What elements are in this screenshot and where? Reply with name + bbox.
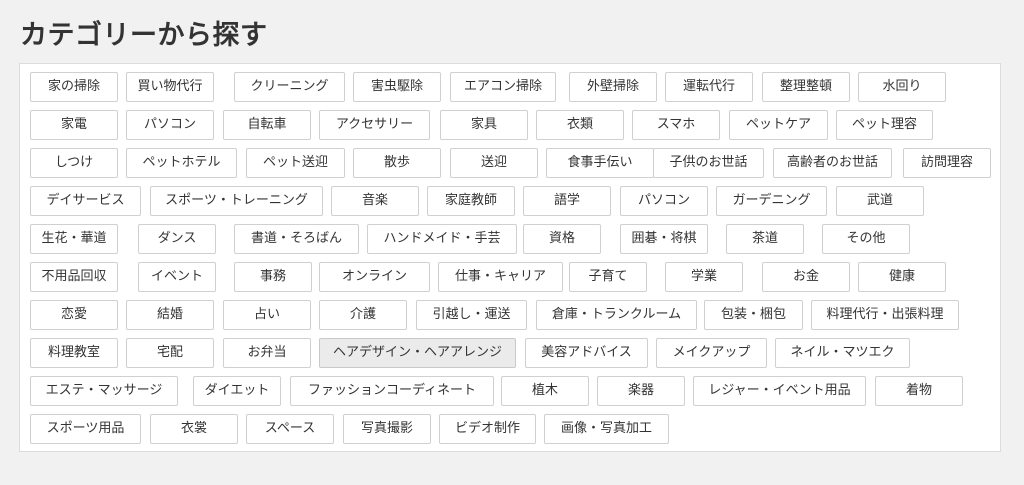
category-tag[interactable]: しつけ — [30, 148, 118, 178]
category-tag[interactable]: 資格 — [523, 224, 601, 254]
category-tag[interactable]: ペット送迎 — [246, 148, 345, 178]
category-tag[interactable]: 介護 — [319, 300, 407, 330]
category-tag[interactable]: 水回り — [858, 72, 946, 102]
category-row: 家の掃除 買い物代行 クリーニング 害虫駆除 エアコン掃除 外壁掃除 運転代行 整理整頓 水回り — [20, 72, 1000, 102]
category-tag[interactable]: ハンドメイド・手芸 — [367, 224, 517, 254]
category-tag[interactable]: 宅配 — [126, 338, 214, 368]
category-tag[interactable]: ペットホテル — [126, 148, 237, 178]
category-tag[interactable]: スポーツ用品 — [30, 414, 141, 444]
category-tag[interactable]: エステ・マッサージ — [30, 376, 178, 406]
category-tag[interactable]: 包装・梱包 — [704, 300, 803, 330]
category-panel: 家の掃除 買い物代行 クリーニング 害虫駆除 エアコン掃除 外壁掃除 運転代行 整理整頓 水回り… — [19, 63, 1001, 452]
category-tag[interactable]: 不用品回収 — [30, 262, 118, 292]
category-tag[interactable]: 書道・そろばん — [234, 224, 359, 254]
category-tag[interactable]: 散歩 — [353, 148, 441, 178]
category-tag[interactable]: 楽器 — [597, 376, 685, 406]
category-tag[interactable]: 囲碁・将棋 — [620, 224, 708, 254]
category-tag[interactable]: イベント — [138, 262, 216, 292]
category-tag[interactable]: クリーニング — [234, 72, 345, 102]
category-tag[interactable]: 茶道 — [726, 224, 804, 254]
category-tag[interactable]: パソコン — [620, 186, 708, 216]
category-tag[interactable]: 整理整頓 — [762, 72, 850, 102]
category-tag[interactable]: 健康 — [858, 262, 946, 292]
category-tag[interactable]: 引越し・運送 — [416, 300, 527, 330]
category-row: 家電 パソコン 自転車 アクセサリー 家具 衣類 スマホ ペットケア ペット理容 — [20, 110, 1000, 140]
category-tag[interactable]: 事務 — [234, 262, 312, 292]
category-tag[interactable]: 衣裳 — [150, 414, 238, 444]
category-tag[interactable]: スペース — [246, 414, 334, 444]
category-row: エステ・マッサージ ダイエット ファッションコーディネート 植木 楽器 レジャー・イベント… — [20, 376, 1000, 406]
category-tag[interactable]: ガーデニング — [716, 186, 827, 216]
category-tag[interactable]: 自転車 — [223, 110, 311, 140]
category-tag[interactable]: 害虫駆除 — [353, 72, 441, 102]
category-row: デイサービス スポーツ・トレーニング 音楽 家庭教師 語学 パソコン ガーデニング 武道 — [20, 186, 1000, 216]
category-tag[interactable]: ダイエット — [193, 376, 281, 406]
category-tag[interactable]: 倉庫・トランクルーム — [536, 300, 697, 330]
category-tag[interactable]: スポーツ・トレーニング — [150, 186, 323, 216]
category-tag[interactable]: 家具 — [440, 110, 528, 140]
category-tag[interactable]: エアコン掃除 — [450, 72, 556, 102]
category-tag[interactable]: 訪問理容 — [903, 148, 991, 178]
category-tag[interactable]: アクセサリー — [319, 110, 430, 140]
category-tag[interactable]: 語学 — [523, 186, 611, 216]
category-tag[interactable]: 占い — [223, 300, 311, 330]
category-tag[interactable]: その他 — [822, 224, 910, 254]
category-tag[interactable]: 恋愛 — [30, 300, 118, 330]
category-tag[interactable]: お弁当 — [223, 338, 311, 368]
category-tag[interactable]: ネイル・マツエク — [775, 338, 910, 368]
category-tag[interactable]: 運転代行 — [665, 72, 753, 102]
category-tag[interactable]: 子供のお世話 — [653, 148, 764, 178]
category-tag[interactable]: メイクアップ — [656, 338, 767, 368]
category-tag[interactable]: 着物 — [875, 376, 963, 406]
category-tag[interactable]: 画像・写真加工 — [544, 414, 669, 444]
category-tag[interactable]: 衣類 — [536, 110, 624, 140]
category-tag[interactable]: ダンス — [138, 224, 216, 254]
category-tag[interactable]: ペットケア — [729, 110, 828, 140]
category-tag[interactable]: 学業 — [665, 262, 743, 292]
page-title: カテゴリーから探す — [20, 20, 268, 51]
category-row: 生花・華道 ダンス 書道・そろばん ハンドメイド・手芸 資格 囲碁・将棋 茶道 その他 — [20, 224, 1000, 254]
category-row: 不用品回収 イベント 事務 オンライン 仕事・キャリア 子育て 学業 お金 健康 — [20, 262, 1000, 292]
category-tag[interactable]: デイサービス — [30, 186, 141, 216]
category-tag[interactable]: 生花・華道 — [30, 224, 118, 254]
category-row: しつけ ペットホテル ペット送迎 散歩 送迎 食事手伝い 子供のお世話 高齢者のお世話 訪問理容 — [20, 148, 1000, 178]
category-tag[interactable]: 子育て — [569, 262, 647, 292]
category-tag[interactable]: 武道 — [836, 186, 924, 216]
category-tag[interactable]: 音楽 — [331, 186, 419, 216]
category-tag[interactable]: レジャー・イベント用品 — [693, 376, 866, 406]
category-tag[interactable]: ペット理容 — [836, 110, 933, 140]
category-row: スポーツ用品 衣裳 スペース 写真撮影 ビデオ制作 画像・写真加工 — [20, 414, 1000, 444]
category-tag[interactable]: 送迎 — [450, 148, 538, 178]
category-tag[interactable]: 結婚 — [126, 300, 214, 330]
category-tag[interactable]: 植木 — [501, 376, 589, 406]
category-tag[interactable]: 外壁掃除 — [569, 72, 657, 102]
category-tag[interactable]: パソコン — [126, 110, 214, 140]
category-tag[interactable]: 家の掃除 — [30, 72, 118, 102]
category-tag[interactable]: 買い物代行 — [126, 72, 214, 102]
category-tag[interactable]: 高齢者のお世話 — [773, 148, 892, 178]
category-tag[interactable]: ビデオ制作 — [439, 414, 536, 444]
category-row: 恋愛 結婚 占い 介護 引越し・運送 倉庫・トランクルーム 包装・梱包 料理代行・出張料理 — [20, 300, 1000, 330]
category-tag[interactable]: 家電 — [30, 110, 118, 140]
category-tag[interactable]: 美容アドバイス — [525, 338, 648, 368]
category-tag[interactable]: スマホ — [632, 110, 720, 140]
category-tag[interactable]: 料理教室 — [30, 338, 118, 368]
category-tag[interactable]: ファッションコーディネート — [290, 376, 494, 406]
category-tag[interactable]: ヘアデザイン・ヘアアレンジ — [319, 338, 516, 368]
category-tag[interactable]: 料理代行・出張料理 — [811, 300, 959, 330]
category-tag[interactable]: 家庭教師 — [427, 186, 515, 216]
category-tag[interactable]: 食事手伝い — [546, 148, 654, 178]
category-tag[interactable]: 仕事・キャリア — [438, 262, 563, 292]
category-tag[interactable]: 写真撮影 — [343, 414, 431, 444]
category-row: 料理教室 宅配 お弁当 ヘアデザイン・ヘアアレンジ 美容アドバイス メイクアップ ネイル・マ… — [20, 338, 1000, 368]
category-tag[interactable]: オンライン — [319, 262, 430, 292]
category-tag[interactable]: お金 — [762, 262, 850, 292]
